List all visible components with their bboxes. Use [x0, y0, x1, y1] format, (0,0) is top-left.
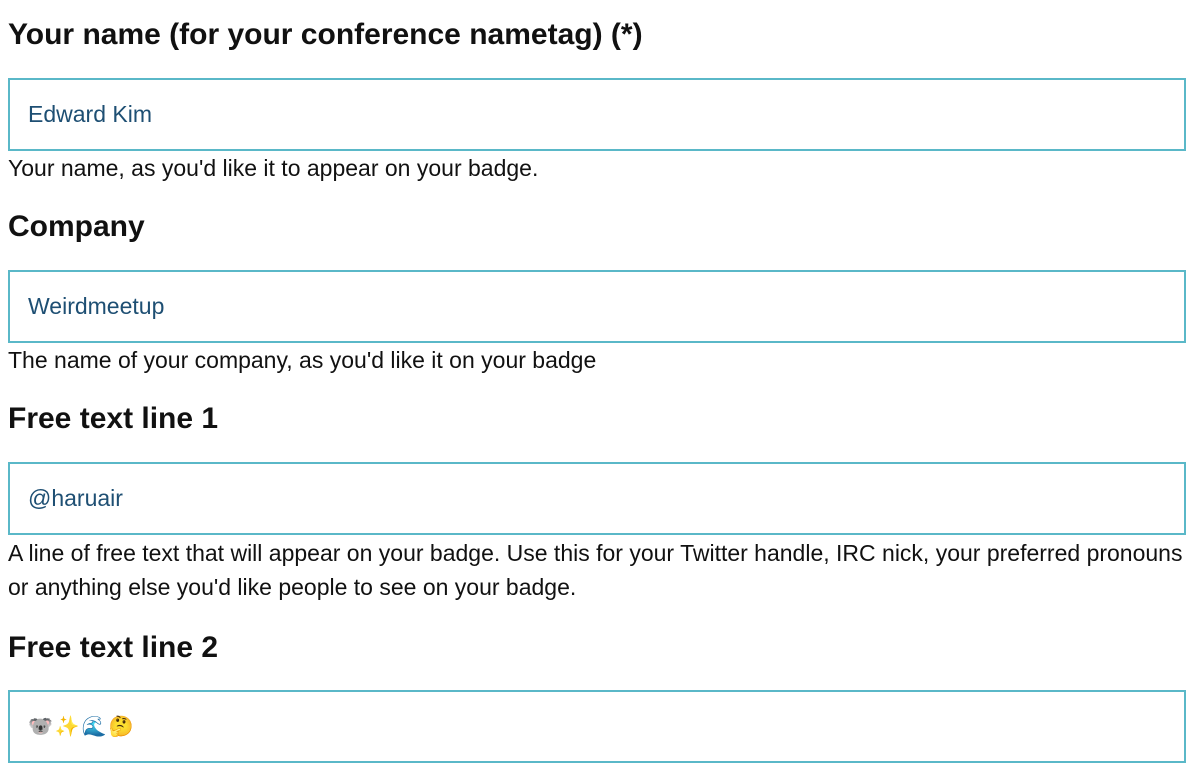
free-text-line-1-help-text: A line of free text that will appear on … [8, 540, 1183, 600]
company-field-label: Company [8, 210, 145, 243]
koala-emoji-icon: 🐨 [28, 715, 53, 738]
company-help-text: The name of your company, as you'd like … [8, 347, 597, 373]
free-text-line-2-value: 🐨 ✨ 🌊 🤔 [28, 692, 1184, 761]
name-input[interactable] [8, 78, 1186, 151]
thinking-face-emoji-icon: 🤔 [108, 715, 134, 738]
name-field-label: Your name (for your conference nametag) … [8, 18, 643, 51]
free-text-line-2-input[interactable]: 🐨 ✨ 🌊 🤔 [8, 690, 1186, 763]
free-text-line-1-label: Free text line 1 [8, 402, 219, 435]
free-text-line-2-label: Free text line 2 [8, 631, 219, 664]
company-input[interactable] [8, 270, 1186, 343]
sparkles-emoji-icon: ✨ [54, 715, 80, 738]
wave-emoji-icon: 🌊 [81, 715, 107, 738]
free-text-line-1-input[interactable] [8, 462, 1186, 535]
name-help-text: Your name, as you'd like it to appear on… [8, 155, 539, 181]
